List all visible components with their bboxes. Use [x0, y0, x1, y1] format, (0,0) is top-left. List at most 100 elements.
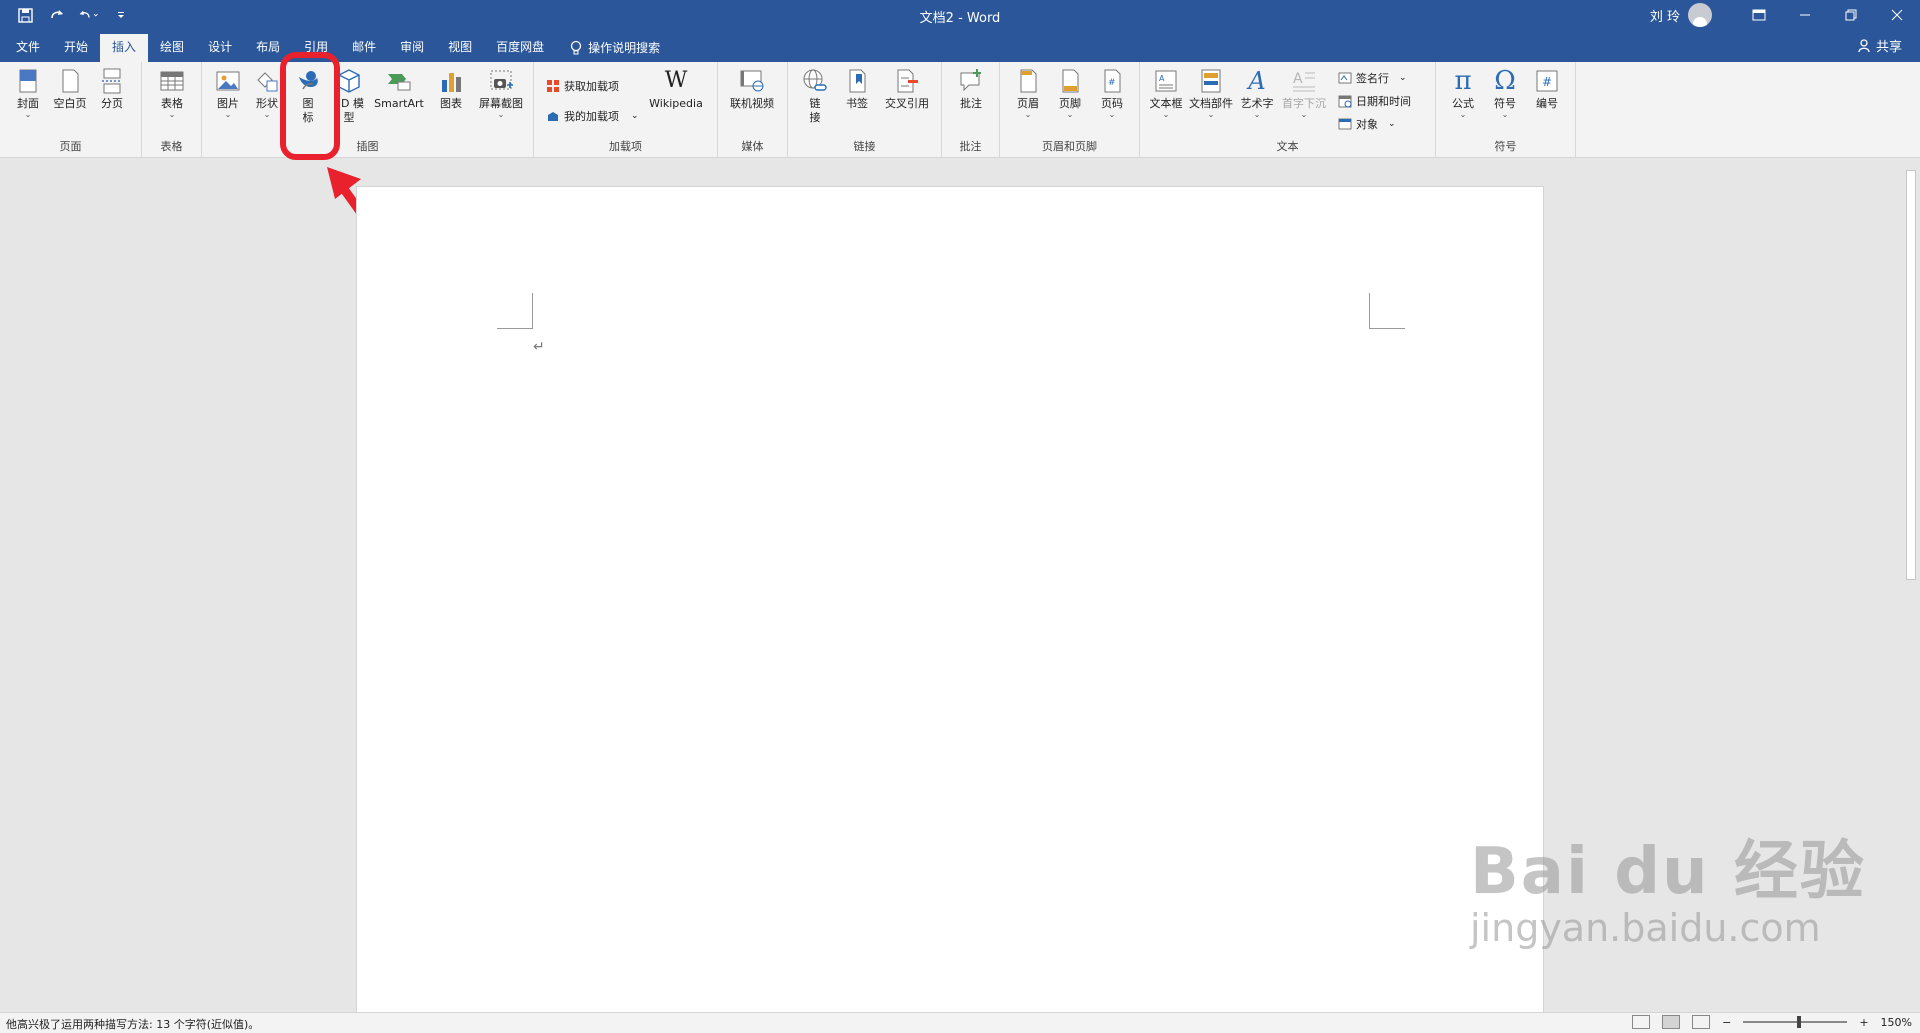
group-label-addins: 加载项 — [609, 140, 642, 153]
drop-cap-label: 首字下沉 — [1282, 97, 1326, 110]
shapes-label: 形状 — [256, 97, 278, 110]
user-name[interactable]: 刘 玲 — [1650, 6, 1680, 25]
document-page[interactable]: ↵ — [356, 186, 1544, 1016]
group-tables: 表格 ⌄ 表格 — [142, 62, 202, 158]
tab-baidu-netdisk[interactable]: 百度网盘 — [484, 34, 556, 62]
date-time-button[interactable]: 日期和时间 — [1338, 93, 1411, 109]
chevron-down-icon: ⌄ — [1066, 110, 1074, 119]
get-addins-label: 获取加载项 — [564, 80, 619, 93]
minimize-icon[interactable] — [1782, 0, 1828, 30]
object-button[interactable]: 对象 ⌄ — [1338, 116, 1396, 132]
wordart-icon: A — [1248, 67, 1266, 95]
zoom-slider[interactable] — [1743, 1016, 1848, 1028]
table-button[interactable]: 表格 ⌄ — [153, 68, 191, 119]
scrollbar-thumb[interactable] — [1906, 170, 1916, 580]
chevron-down-icon: ⌄ — [1300, 110, 1308, 119]
header-icon — [1020, 69, 1037, 93]
signature-line-button[interactable]: 签名行 ⌄ — [1338, 70, 1407, 86]
chevron-down-icon: ⌄ — [1388, 119, 1396, 129]
picture-icon — [216, 71, 240, 91]
chevron-down-icon: ⌄ — [168, 110, 176, 119]
number-button[interactable]: # 编号 — [1528, 68, 1566, 111]
zoom-slider-thumb[interactable] — [1797, 1016, 1802, 1028]
chevron-down-icon: ⌄ — [1399, 73, 1407, 83]
tab-design[interactable]: 设计 — [196, 34, 244, 62]
camera-icon — [490, 70, 513, 90]
screenshot-button[interactable]: 屏幕截图 ⌄ — [474, 68, 528, 119]
signature-icon — [1338, 72, 1352, 84]
close-icon[interactable] — [1874, 0, 1920, 30]
bookmark-button[interactable]: 书签 — [838, 68, 876, 111]
wordart-button[interactable]: A 艺术字 ⌄ — [1236, 68, 1278, 119]
chart-button[interactable]: 图表 — [432, 68, 470, 111]
status-text[interactable]: 他高兴极了运用两种描写方法: 13 个字符(近似值)。 — [6, 1016, 259, 1032]
print-layout-icon[interactable] — [1662, 1015, 1681, 1029]
quick-parts-button[interactable]: 文档部件 ⌄ — [1188, 68, 1234, 119]
bookmark-label: 书签 — [846, 97, 868, 110]
comment-button[interactable]: 批注 — [952, 68, 990, 111]
margin-corner-top-right — [1369, 293, 1405, 329]
chevron-down-icon: ⌄ — [631, 111, 639, 121]
tell-me-search[interactable]: 操作说明搜索 — [556, 34, 660, 62]
calendar-icon — [1338, 95, 1352, 108]
blank-page-button[interactable]: 空白页 — [51, 68, 89, 111]
chevron-down-icon: ⌄ — [497, 110, 505, 119]
online-video-button[interactable]: 联机视频 — [723, 68, 781, 111]
tab-view[interactable]: 视图 — [436, 34, 484, 62]
text-box-button[interactable]: A 文本框 ⌄ — [1146, 68, 1186, 119]
symbol-button[interactable]: Ω 符号 ⌄ — [1486, 68, 1524, 119]
get-addins-button[interactable]: 获取加载项 — [546, 78, 619, 94]
link-label-line1: 链 — [809, 97, 821, 110]
group-comments: 批注 批注 — [942, 62, 1000, 158]
tab-insert[interactable]: 插入 — [100, 34, 149, 62]
web-layout-icon[interactable] — [1692, 1015, 1711, 1029]
page-number-button[interactable]: # 页码 ⌄ — [1093, 68, 1131, 119]
share-button[interactable]: 共享 — [1858, 36, 1902, 55]
equation-button[interactable]: π 公式 ⌄ — [1444, 68, 1482, 119]
object-icon — [1338, 118, 1352, 130]
group-links: 链 接 书签 交叉引用 链接 — [788, 62, 942, 158]
equation-label: 公式 — [1452, 97, 1474, 110]
tab-review[interactable]: 审阅 — [388, 34, 436, 62]
tab-home[interactable]: 开始 — [52, 34, 100, 62]
text-box-label: 文本框 — [1149, 97, 1183, 110]
avatar[interactable] — [1688, 3, 1712, 27]
group-label-links: 链接 — [853, 140, 876, 153]
cover-page-button[interactable]: 封面 ⌄ — [9, 68, 47, 119]
object-label: 对象 — [1356, 118, 1378, 131]
tab-mailings[interactable]: 邮件 — [340, 34, 388, 62]
my-addins-button[interactable]: 我的加载项 ⌄ — [546, 108, 639, 124]
zoom-out-button[interactable]: − — [1722, 1016, 1731, 1029]
chevron-down-icon: ⌄ — [24, 110, 32, 119]
link-button[interactable]: 链 接 — [796, 68, 834, 125]
smartart-button[interactable]: SmartArt — [372, 68, 426, 111]
omega-icon: Ω — [1494, 66, 1516, 96]
tab-file[interactable]: 文件 — [4, 34, 52, 62]
pictures-button[interactable]: 图片 ⌄ — [209, 68, 247, 119]
cross-reference-button[interactable]: 交叉引用 — [880, 68, 934, 111]
group-label-illustrations: 插图 — [356, 140, 379, 153]
vertical-scrollbar[interactable] — [1902, 160, 1920, 1010]
wikipedia-button[interactable]: W Wikipedia — [646, 68, 706, 111]
restore-icon[interactable] — [1828, 0, 1874, 30]
header-button[interactable]: 页眉 ⌄ — [1009, 68, 1047, 119]
blank-page-icon — [62, 69, 79, 93]
smartart-icon — [388, 74, 411, 91]
page-break-button[interactable]: 分页 — [93, 68, 131, 111]
title-bar: 文档2 - Word 刘 玲 — [0, 0, 1920, 30]
paragraph-mark: ↵ — [533, 339, 545, 355]
chevron-down-icon: ⌄ — [1162, 110, 1170, 119]
footer-button[interactable]: 页脚 ⌄ — [1051, 68, 1089, 119]
zoom-level[interactable]: 150% — [1881, 1016, 1912, 1029]
addin-icon — [548, 112, 558, 121]
chevron-down-icon: ⌄ — [1459, 110, 1467, 119]
ribbon-display-options-icon[interactable] — [1736, 0, 1782, 30]
cover-page-label: 封面 — [17, 97, 39, 110]
zoom-in-button[interactable]: + — [1859, 1016, 1868, 1029]
read-mode-icon[interactable] — [1632, 1015, 1651, 1029]
wikipedia-label: Wikipedia — [649, 97, 703, 110]
globe-link-icon — [803, 69, 827, 91]
tab-draw[interactable]: 绘图 — [148, 34, 196, 62]
group-label-comments: 批注 — [959, 140, 982, 153]
document-title: 文档2 - Word — [919, 11, 1001, 26]
